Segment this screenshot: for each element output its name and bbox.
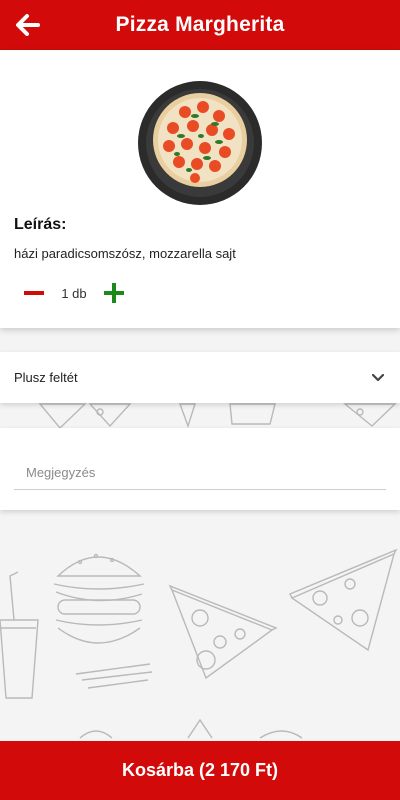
add-to-cart-button[interactable]: Kosárba (2 170 Ft) [0,741,400,800]
pizza-image [138,81,262,205]
extra-toppings-label: Plusz feltét [14,370,78,385]
description-text: házi paradicsomszósz, mozzarella sajt [14,246,236,261]
extra-toppings-dropdown[interactable]: Plusz feltét [0,352,400,403]
note-input[interactable] [14,456,386,490]
quantity-stepper: 1 db [14,280,134,306]
quantity-value: 1 db [61,285,87,301]
decrease-quantity-button[interactable] [14,280,54,306]
chevron-down-icon [372,373,384,381]
description-heading: Leírás: [14,216,67,233]
back-button[interactable] [14,11,42,39]
product-card: Leírás: házi paradicsomszósz, mozzarella… [0,50,400,328]
plus-icon [104,283,124,303]
arrow-left-icon [16,14,40,36]
page-title: Pizza Margherita [115,13,285,36]
minus-icon [24,291,44,295]
increase-quantity-button[interactable] [94,280,134,306]
app-header: Pizza Margherita [0,0,400,50]
note-card [0,428,400,510]
